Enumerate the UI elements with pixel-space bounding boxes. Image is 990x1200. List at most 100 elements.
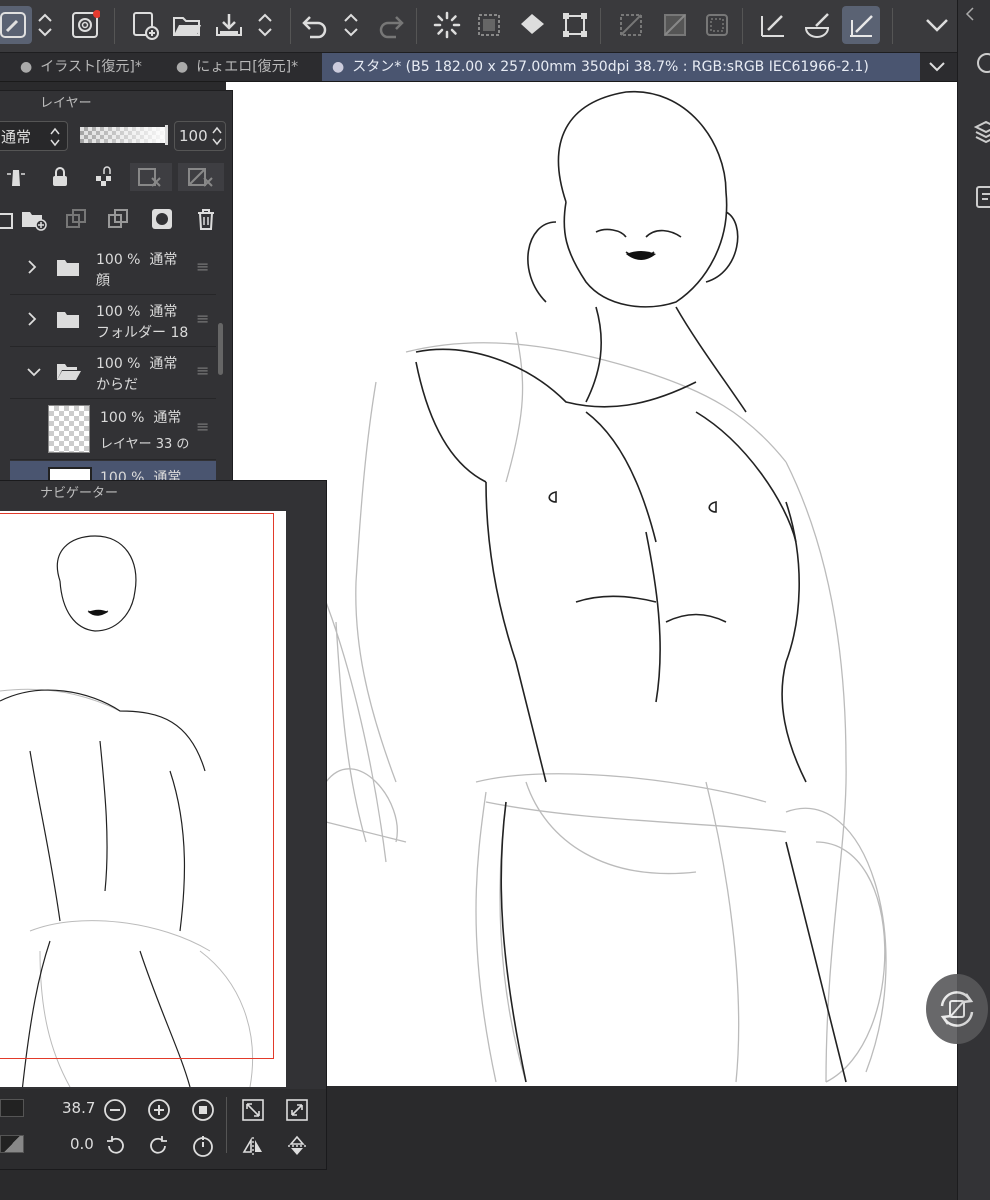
rotation-slider[interactable]	[0, 1135, 24, 1153]
zoom-in-icon[interactable]	[146, 1097, 172, 1123]
layer-opacity-mode: 100 % 通常	[96, 252, 178, 268]
rotate-canvas-icon	[940, 991, 974, 1027]
zoom-out-icon[interactable]	[102, 1097, 128, 1123]
blend-mode-select[interactable]: 通常	[0, 121, 68, 151]
layer-name: フォルダー 18	[96, 325, 189, 341]
flip-horizontal-icon[interactable]	[240, 1133, 266, 1159]
new-file-icon[interactable]	[126, 6, 164, 44]
folder-icon	[57, 260, 79, 276]
navigator-title: ナビゲーター	[40, 486, 119, 501]
tab-stan[interactable]: ● スタン* (B5 182.00 x 257.00mm 350dpi 38.7%…	[322, 53, 920, 81]
redo-icon[interactable]	[372, 6, 410, 44]
chevron-right-icon[interactable]	[26, 310, 38, 328]
trash-icon[interactable]	[192, 205, 220, 233]
tab-dot-icon: ●	[176, 59, 189, 75]
rotate-canvas-button[interactable]	[926, 974, 988, 1044]
loading-spinner-icon[interactable]	[428, 6, 466, 44]
layers-icon[interactable]	[974, 118, 990, 146]
layer-name: レイヤー 33 の	[100, 437, 190, 452]
actual-size-icon[interactable]	[190, 1097, 216, 1123]
layer-opacity-mode: 100 % 通常	[96, 356, 178, 372]
layer-mask-icon[interactable]	[148, 205, 176, 233]
tab-nyoero[interactable]: ● にょエロ[復元]*	[176, 53, 316, 81]
reference-lighthouse-icon[interactable]	[2, 163, 30, 191]
layer-row[interactable]: 100 % 通常 顔 ≡	[10, 243, 216, 295]
reference-layer-off-icon[interactable]	[178, 163, 224, 191]
navigator-view-frame[interactable]	[0, 513, 274, 1059]
zoom-value[interactable]: 38.7	[62, 1099, 95, 1117]
save-icon[interactable]	[210, 6, 248, 44]
new-folder-icon[interactable]	[20, 205, 48, 233]
layer-scrollbar[interactable]	[218, 323, 223, 375]
tab-list-chevron-icon[interactable]	[922, 53, 952, 81]
folder-icon	[57, 312, 79, 328]
navigator-panel: ナビゲーター 38.7 0.0	[0, 480, 327, 1170]
rotate-right-icon[interactable]	[146, 1133, 172, 1159]
rotate-left-icon[interactable]	[102, 1133, 128, 1159]
file-stepper-icon[interactable]	[250, 6, 280, 44]
flip-vertical-icon[interactable]	[284, 1133, 310, 1159]
brush-bowl-icon[interactable]	[798, 6, 836, 44]
drag-handle-icon[interactable]: ≡	[196, 361, 209, 380]
selection-icon[interactable]	[470, 6, 508, 44]
spiral-icon[interactable]	[66, 6, 104, 44]
opacity-value: 100	[179, 127, 208, 145]
history-stepper-icon[interactable]	[336, 6, 366, 44]
main-toolbar	[0, 0, 990, 53]
tab-dot-icon: ●	[332, 59, 345, 75]
drag-handle-icon[interactable]: ≡	[196, 417, 209, 436]
fill-window-icon[interactable]	[284, 1097, 310, 1123]
export-icon[interactable]	[974, 184, 990, 210]
opacity-input[interactable]: 100	[174, 121, 226, 151]
undo-icon[interactable]	[296, 6, 334, 44]
tab-illust[interactable]: ● イラスト[復元]*	[20, 53, 160, 81]
drawing-canvas[interactable]	[226, 82, 957, 1086]
ruler-pen-icon[interactable]	[754, 6, 792, 44]
layer-name: からだ	[96, 377, 138, 393]
layer-panel-title: レイヤー	[40, 96, 92, 111]
tool-stepper-icon[interactable]	[30, 6, 60, 44]
selection-border-icon[interactable]	[698, 6, 736, 44]
reset-rotation-icon[interactable]	[190, 1133, 216, 1159]
layer-opacity-mode: 100 % 通常	[100, 410, 182, 426]
fit-window-icon[interactable]	[240, 1097, 266, 1123]
chevron-right-icon[interactable]	[26, 258, 38, 276]
layer-row[interactable]: 100 % 通常 フォルダー 18 ≡	[10, 295, 216, 347]
lock-transparency-icon[interactable]	[90, 163, 118, 191]
opacity-slider[interactable]	[80, 127, 166, 143]
info-icon[interactable]	[976, 50, 990, 76]
layer-row[interactable]: 100 % 通常 からだ ≡	[10, 347, 216, 399]
layer-row[interactable]: 100 % 通常 レイヤー 33 の ≡	[10, 399, 216, 460]
invert-selection-icon[interactable]	[656, 6, 694, 44]
opacity-slider-handle[interactable]	[165, 125, 168, 145]
zoom-slider[interactable]	[0, 1099, 24, 1117]
sketch-drawing	[325, 91, 887, 1083]
tab-hidden[interactable]	[0, 53, 8, 81]
rotation-value[interactable]: 0.0	[70, 1135, 94, 1153]
fill-icon[interactable]	[514, 6, 552, 44]
navigator-controls: 38.7 0.0	[0, 1089, 326, 1169]
document-tab-bar: ● イラスト[復元]* ● にょエロ[復元]* ● スタン* (B5 182.00 x…	[0, 53, 957, 82]
deselect-icon[interactable]	[612, 6, 650, 44]
tab-dot-icon: ●	[20, 59, 33, 75]
toolbar-chevron-down-icon[interactable]	[918, 6, 956, 44]
drag-handle-icon[interactable]: ≡	[196, 309, 209, 328]
chevron-down-icon[interactable]	[26, 366, 42, 378]
layer-thumbnail	[48, 405, 90, 453]
eyedropper-icon[interactable]	[0, 6, 32, 44]
clip-layer-icon[interactable]	[130, 163, 172, 191]
transform-icon[interactable]	[556, 6, 594, 44]
opacity-stepper-icon	[212, 126, 222, 146]
tab-label: スタン* (B5 182.00 x 257.00mm 350dpi 38.7% …	[352, 59, 869, 75]
layer-panel: レイヤー 通常 100 100 % 通常 顔 ≡ 100 % 通常 フォルダー …	[0, 90, 233, 484]
open-folder-icon[interactable]	[168, 6, 206, 44]
layer-name: 顔	[96, 273, 110, 289]
ruler-snap-icon[interactable]	[842, 6, 880, 44]
new-layer-icon[interactable]	[0, 205, 22, 233]
merge-down-icon[interactable]	[104, 205, 132, 233]
lock-icon[interactable]	[46, 163, 74, 191]
layer-opacity-mode: 100 % 通常	[96, 304, 178, 320]
drag-handle-icon[interactable]: ≡	[196, 257, 209, 276]
transfer-down-icon[interactable]	[62, 205, 90, 233]
collapse-chevron-icon[interactable]	[964, 6, 976, 22]
